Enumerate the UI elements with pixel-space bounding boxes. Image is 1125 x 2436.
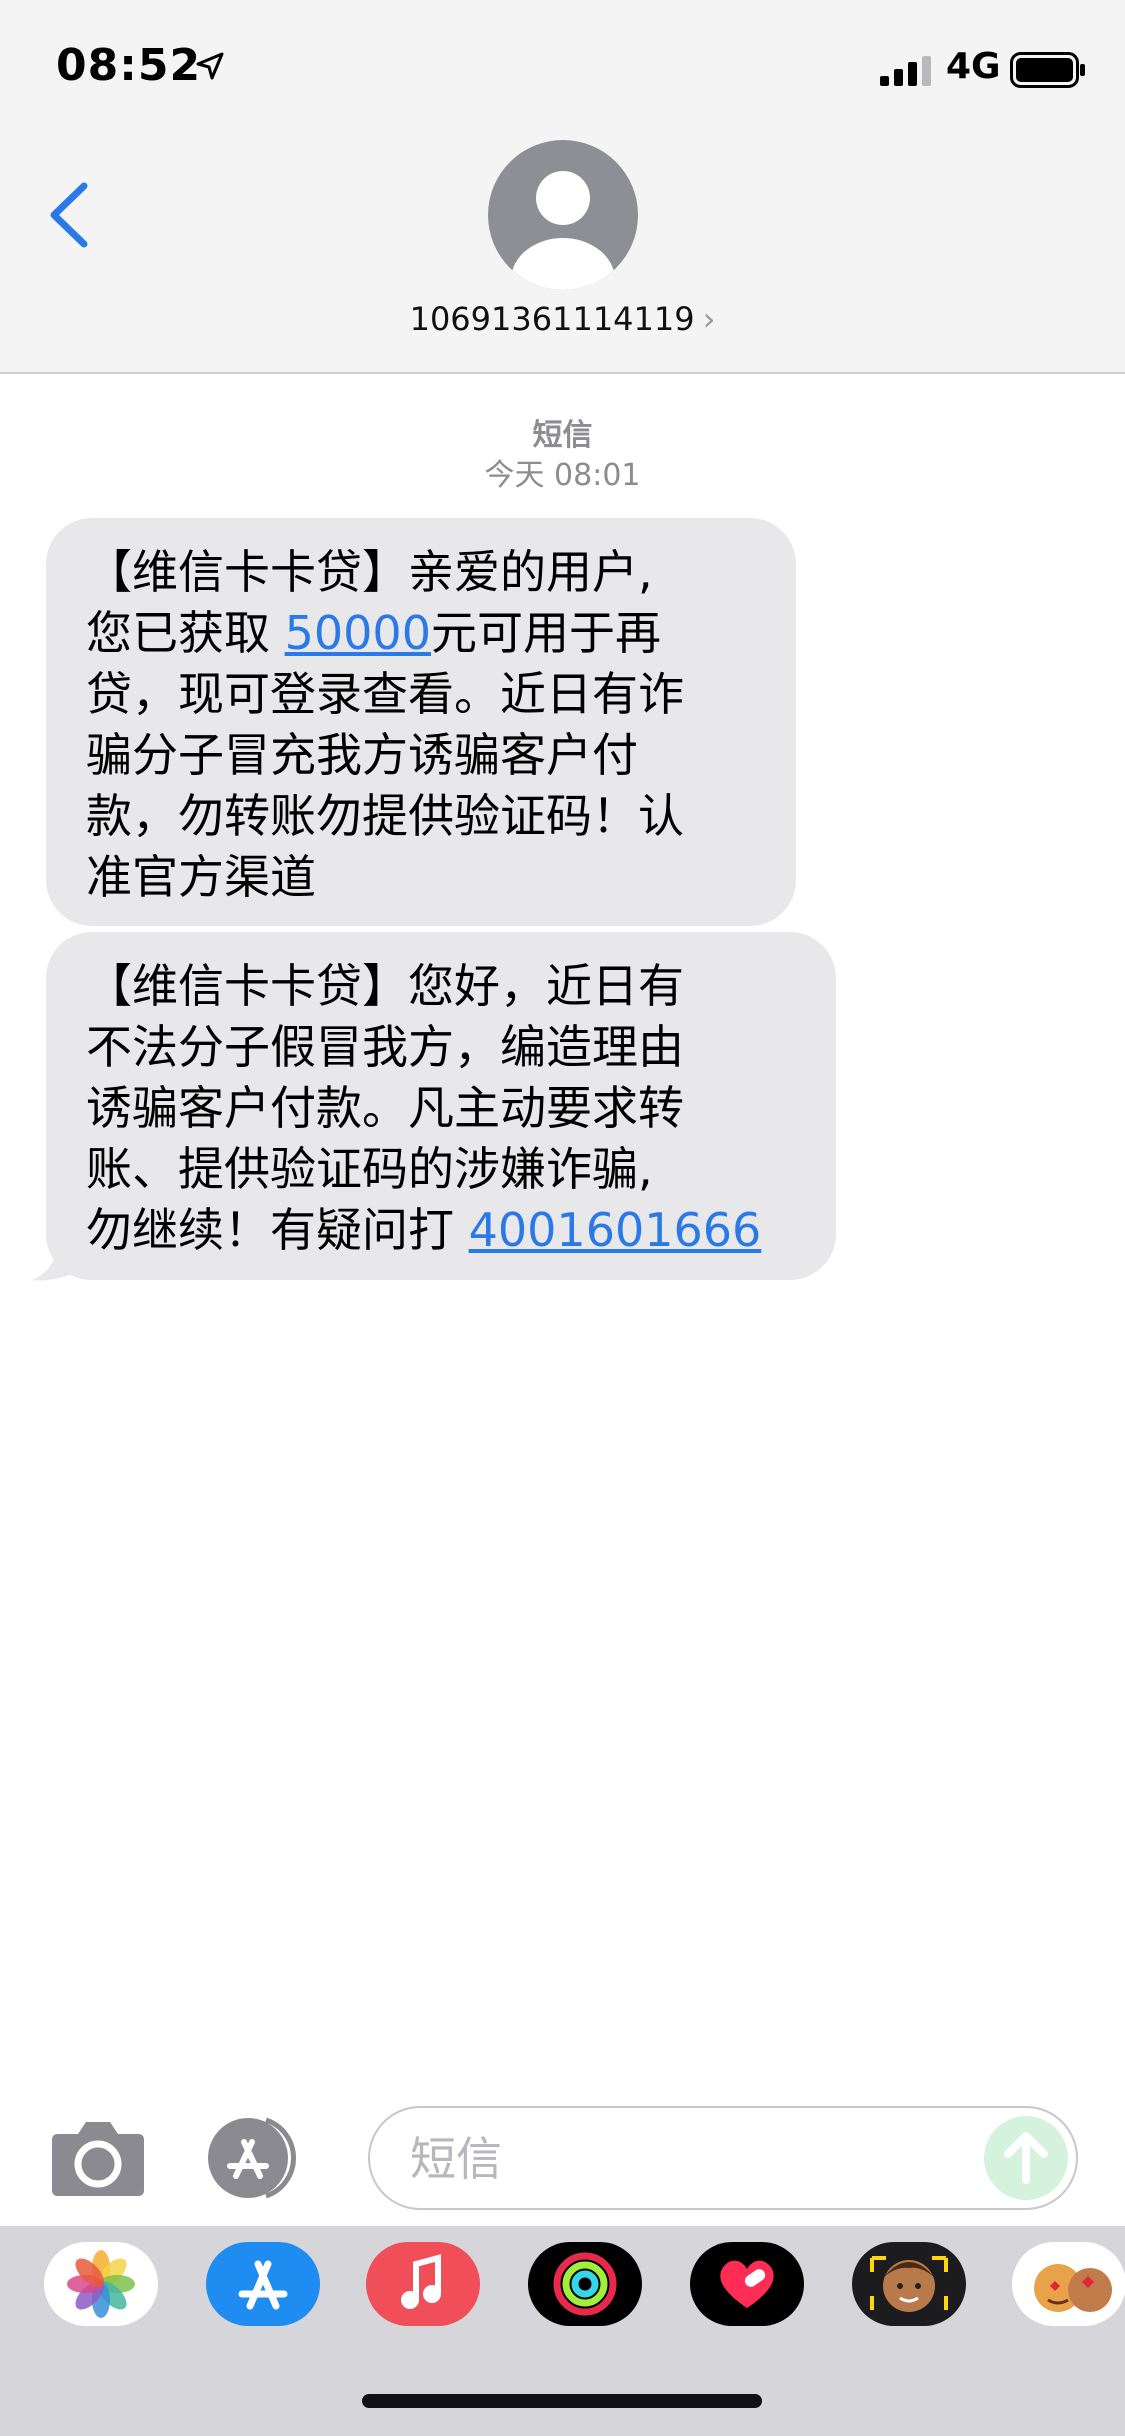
location-arrow-icon bbox=[196, 52, 224, 80]
message-line: 准官方渠道 bbox=[86, 850, 316, 904]
message-bubble[interactable]: 【维信卡卡贷】亲爱的用户, 您已获取 50000元可用于再 贷，现可登录查看。近… bbox=[46, 518, 796, 926]
heart-icon[interactable] bbox=[690, 2242, 804, 2326]
home-indicator[interactable] bbox=[362, 2394, 762, 2408]
message-line: 账、提供验证码的涉嫌诈骗, bbox=[86, 1142, 653, 1196]
service-label: 短信 bbox=[532, 418, 593, 453]
back-chevron-icon[interactable] bbox=[44, 180, 94, 250]
chevron-right-icon: › bbox=[702, 300, 716, 338]
status-time: 08:52 bbox=[56, 40, 202, 91]
camera-icon[interactable] bbox=[50, 2118, 146, 2198]
contact-avatar-icon[interactable] bbox=[488, 140, 638, 290]
app-store-button[interactable] bbox=[206, 2116, 318, 2200]
message-line: 贷，现可登录查看。近日有诈 bbox=[86, 667, 684, 721]
message-line: 勿继续！有疑问打 4001601666 bbox=[86, 1203, 762, 1257]
message-line: 款，勿转账勿提供验证码！认 bbox=[86, 789, 684, 843]
app-store-icon bbox=[208, 2117, 297, 2199]
message-input-field[interactable] bbox=[368, 2106, 1078, 2210]
battery-icon bbox=[1010, 52, 1085, 88]
animoji-icon[interactable] bbox=[1012, 2242, 1125, 2326]
app-store-icon[interactable] bbox=[206, 2242, 320, 2326]
message-timestamp: 今天 08:01 bbox=[484, 458, 641, 493]
message-line: 【维信卡卡贷】您好，近日有 bbox=[86, 959, 684, 1013]
music-icon[interactable] bbox=[366, 2242, 480, 2326]
message-line: 诱骗客户付款。凡主动要求转 bbox=[86, 1081, 684, 1135]
message-input[interactable] bbox=[408, 2126, 912, 2192]
contact-number-text: 10691361114119 bbox=[409, 300, 695, 338]
message-line: 【维信卡卡贷】亲爱的用户, bbox=[86, 545, 653, 599]
photos-icon[interactable] bbox=[44, 2242, 158, 2326]
network-type: 4G bbox=[946, 46, 1001, 87]
message-line: 您已获取 50000元可用于再 bbox=[86, 606, 661, 660]
arrow-up-icon bbox=[1004, 2132, 1048, 2184]
message-bubble[interactable]: 【维信卡卡贷】您好，近日有 不法分子假冒我方，编造理由 诱骗客户付款。凡主动要求… bbox=[46, 932, 836, 1280]
contact-number[interactable]: 10691361114119 › bbox=[0, 300, 1125, 338]
amount-link[interactable]: 50000 bbox=[285, 606, 431, 660]
cellular-signal-icon bbox=[880, 56, 931, 86]
activity-icon[interactable] bbox=[528, 2242, 642, 2326]
message-line: 骗分子冒充我方诱骗客户付 bbox=[86, 728, 638, 782]
message-line: 不法分子假冒我方，编造理由 bbox=[86, 1020, 684, 1074]
send-button[interactable] bbox=[984, 2116, 1068, 2200]
bubble-tail bbox=[32, 1228, 86, 1281]
memoji-icon[interactable] bbox=[852, 2242, 966, 2326]
phone-link[interactable]: 4001601666 bbox=[469, 1203, 762, 1257]
conversation-header: 08:52 4G 10691361114119 › bbox=[0, 0, 1125, 374]
